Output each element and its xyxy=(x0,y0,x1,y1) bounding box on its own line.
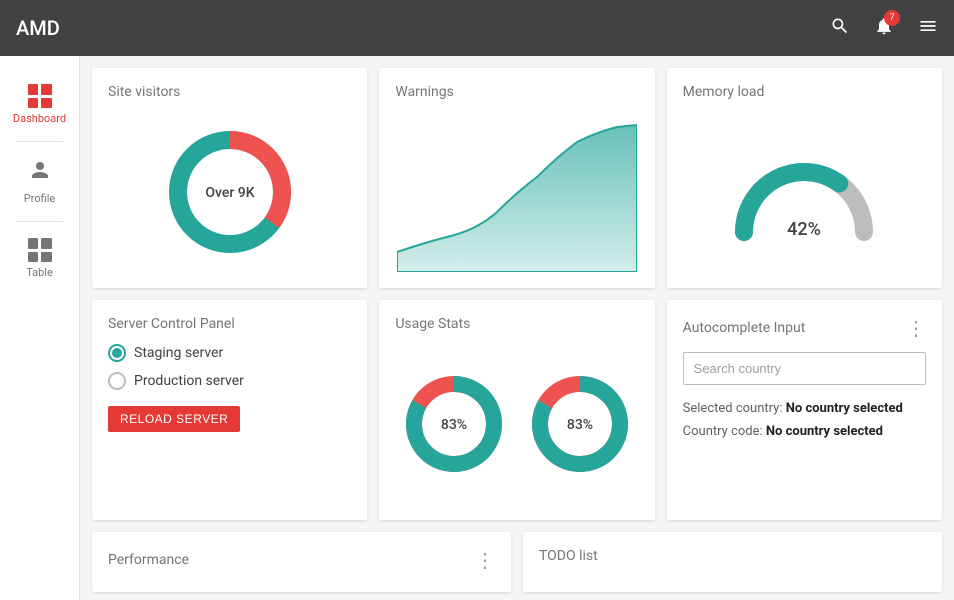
staging-server-option[interactable]: Staging server xyxy=(108,344,351,362)
country-code-value: No country selected xyxy=(766,424,883,439)
country-info: Selected country: No country selected Co… xyxy=(683,397,926,444)
notification-badge: 7 xyxy=(884,10,900,26)
todo-title: TODO list xyxy=(539,548,926,564)
site-visitors-card: Site visitors Over 9K xyxy=(92,68,367,288)
svg-text:83%: 83% xyxy=(441,417,467,433)
gauge-value: 42% xyxy=(787,219,821,240)
selected-country-row: Selected country: No country selected xyxy=(683,397,926,420)
top-card-row: Site visitors Over 9K Warnings xyxy=(92,68,942,288)
warnings-chart xyxy=(395,112,638,272)
production-radio[interactable] xyxy=(108,372,126,390)
reload-server-button[interactable]: RELOAD SERVER xyxy=(108,406,240,432)
sidebar-divider xyxy=(16,141,63,142)
table-icon xyxy=(28,238,52,262)
performance-title: Performance xyxy=(108,552,189,568)
server-control-title: Server Control Panel xyxy=(108,316,351,332)
bottom-card-row: Performance ⋮ TODO list xyxy=(92,532,942,592)
selected-country-value: No country selected xyxy=(786,401,903,416)
autocomplete-title: Autocomplete Input xyxy=(683,320,806,336)
server-radio-group: Staging server Production server xyxy=(108,344,351,390)
sidebar-divider-2 xyxy=(16,221,63,222)
memory-gauge: 42% xyxy=(683,112,926,272)
site-visitors-chart: Over 9K xyxy=(108,112,351,272)
usage-charts-container: 83% 83% xyxy=(395,344,638,504)
usage-donut-2: 83% xyxy=(525,369,635,479)
performance-card: Performance ⋮ xyxy=(92,532,511,592)
brand-logo: AMD xyxy=(16,16,60,40)
menu-icon[interactable] xyxy=(918,16,938,41)
topbar: AMD 7 xyxy=(0,0,954,56)
profile-icon xyxy=(28,158,52,188)
mid-card-row: Server Control Panel Staging server Prod… xyxy=(92,300,942,520)
selected-country-label: Selected country: xyxy=(683,401,783,416)
usage-stats-title: Usage Stats xyxy=(395,316,638,332)
usage-donut-1: 83% xyxy=(399,369,509,479)
sidebar-item-dashboard[interactable]: Dashboard xyxy=(0,72,79,137)
notifications-icon[interactable]: 7 xyxy=(874,16,894,41)
staging-radio[interactable] xyxy=(108,344,126,362)
sidebar-label-table: Table xyxy=(26,266,53,279)
warnings-card: Warnings xyxy=(379,68,654,288)
sidebar-item-table[interactable]: Table xyxy=(0,226,79,291)
svg-text:83%: 83% xyxy=(567,417,593,433)
country-search-input[interactable] xyxy=(683,352,926,385)
dashboard-icon xyxy=(28,84,52,108)
autocomplete-more-icon[interactable]: ⋮ xyxy=(906,316,926,340)
country-code-label: Country code: xyxy=(683,424,763,439)
warnings-title: Warnings xyxy=(395,84,638,100)
memory-load-card: Memory load 42% xyxy=(667,68,942,288)
production-server-label: Production server xyxy=(134,373,244,389)
sidebar-label-dashboard: Dashboard xyxy=(13,112,66,125)
todo-card: TODO list xyxy=(523,532,942,592)
search-icon[interactable] xyxy=(830,16,850,41)
production-server-option[interactable]: Production server xyxy=(108,372,351,390)
site-visitors-title: Site visitors xyxy=(108,84,351,100)
performance-more-icon[interactable]: ⋮ xyxy=(475,548,495,572)
staging-server-label: Staging server xyxy=(134,345,223,361)
donut-center-text: Over 9K xyxy=(205,185,254,201)
sidebar-label-profile: Profile xyxy=(24,192,55,205)
content-area: Site visitors Over 9K Warnings xyxy=(80,56,954,600)
sidebar: Dashboard Profile Table xyxy=(0,56,80,600)
topbar-icons: 7 xyxy=(830,16,938,41)
sidebar-item-profile[interactable]: Profile xyxy=(0,146,79,217)
server-control-card: Server Control Panel Staging server Prod… xyxy=(92,300,367,520)
memory-load-title: Memory load xyxy=(683,84,926,100)
country-code-row: Country code: No country selected xyxy=(683,420,926,443)
main-layout: Dashboard Profile Table Site visi xyxy=(0,56,954,600)
autocomplete-card: Autocomplete Input ⋮ Selected country: N… xyxy=(667,300,942,520)
usage-stats-card: Usage Stats 83% xyxy=(379,300,654,520)
